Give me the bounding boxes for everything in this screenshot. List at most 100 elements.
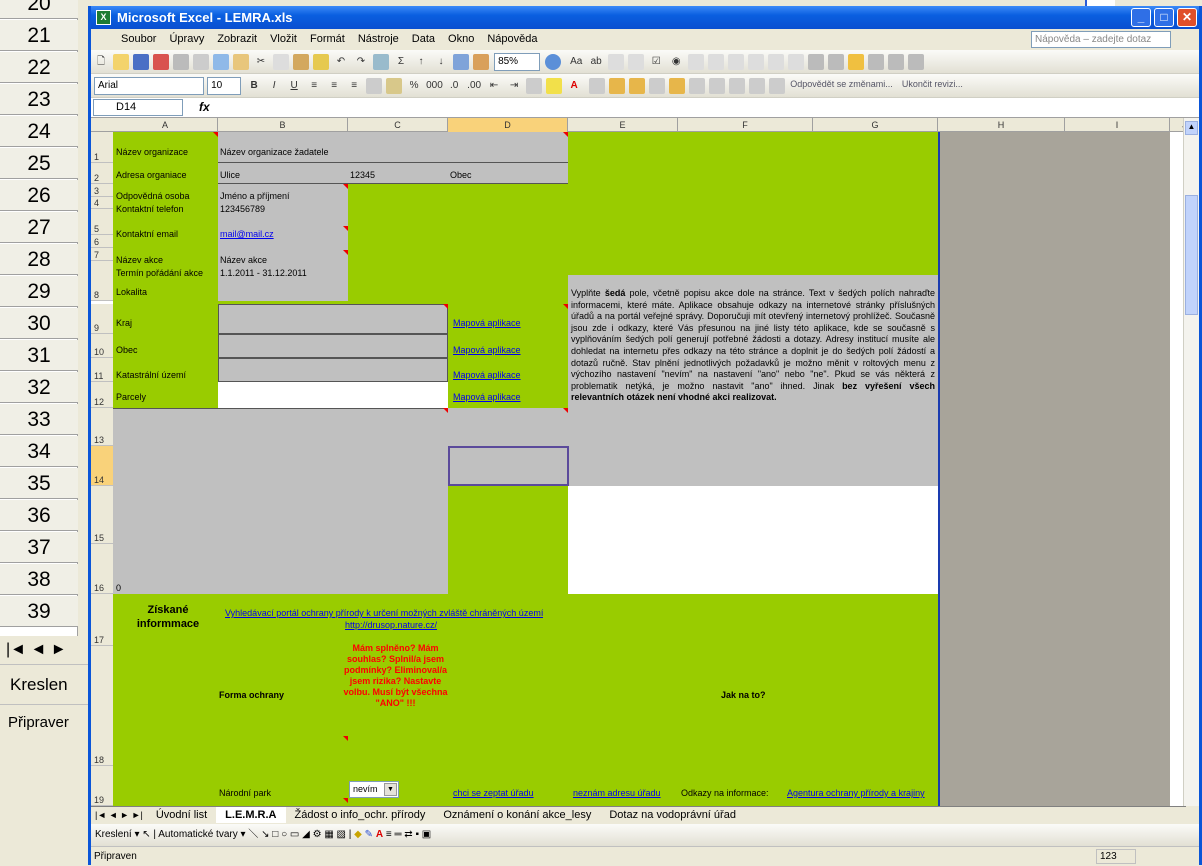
help-search-input[interactable]: Nápověda – zadejte dotaz <box>1031 31 1171 48</box>
print-icon[interactable] <box>173 54 189 70</box>
row-header[interactable]: 8 <box>91 261 113 301</box>
undo-icon[interactable]: ↶ <box>333 54 349 70</box>
value-event-name[interactable]: Název akce <box>220 255 267 265</box>
edit-code-icon[interactable] <box>828 54 845 70</box>
sort-desc-icon[interactable]: ↓ <box>433 54 449 70</box>
description-value[interactable]: 0 <box>116 583 121 593</box>
column-header[interactable]: F <box>678 118 813 132</box>
menu-item[interactable]: Nástroje <box>358 33 399 45</box>
comment-indicator[interactable] <box>343 184 348 189</box>
open-icon[interactable] <box>113 54 129 70</box>
format-painter-icon[interactable] <box>313 54 329 70</box>
align-right-icon[interactable]: ≡ <box>346 78 362 94</box>
review-icon-5[interactable] <box>669 78 686 94</box>
comment-indicator[interactable] <box>443 408 448 413</box>
comment-indicator[interactable] <box>213 132 218 137</box>
spelling-icon[interactable] <box>213 54 229 70</box>
row-header[interactable]: 15 <box>91 486 113 544</box>
b9-cell[interactable] <box>218 304 448 334</box>
b11-cell[interactable] <box>218 358 448 382</box>
comment-indicator[interactable] <box>443 304 448 309</box>
row-header[interactable]: 2 <box>91 163 113 184</box>
permission-icon[interactable] <box>153 54 169 70</box>
column-header[interactable]: C <box>348 118 448 132</box>
row-header[interactable]: 4 <box>91 197 113 209</box>
close-button[interactable]: ✕ <box>1177 8 1197 27</box>
autoshapes-menu[interactable]: Automatické tvary <box>158 829 237 840</box>
value-org-name[interactable]: Název organizace žadatele <box>220 147 329 157</box>
column-header[interactable]: G <box>813 118 938 132</box>
fill-color-icon[interactable] <box>546 78 563 94</box>
value-contact-person[interactable]: Jméno a příjmení <box>220 191 290 201</box>
review-icon-3[interactable] <box>629 78 646 94</box>
review-icon-4[interactable] <box>649 78 666 94</box>
sheet-nav-icon[interactable]: |◄ ◄ ► ►| <box>91 810 147 820</box>
map-app-link-cadastre[interactable]: Mapová aplikace <box>453 370 521 380</box>
preview-icon[interactable] <box>193 54 209 70</box>
sheet-tab[interactable]: L.E.M.R.A <box>216 807 286 823</box>
hyperlink-icon[interactable] <box>373 54 389 70</box>
portal-link[interactable]: Vyhledávací portál ochrany přírody k urč… <box>225 608 543 618</box>
research-icon[interactable] <box>233 54 249 70</box>
menu-item[interactable]: Zobrazit <box>217 33 257 45</box>
drawing-icon[interactable] <box>473 54 489 70</box>
selected-cell-d14[interactable] <box>448 446 569 486</box>
map-app-link-region[interactable]: Mapová aplikace <box>453 318 521 328</box>
description-area[interactable] <box>113 408 448 594</box>
background-drawing-label[interactable]: Kreslen <box>0 664 90 704</box>
worksheet-grid[interactable]: ABCDEFGHIJ 12345678910111213141516171819… <box>91 118 1186 806</box>
paste-icon[interactable] <box>293 54 309 70</box>
column-header[interactable]: D <box>448 118 568 132</box>
row-header[interactable]: 7 <box>91 248 113 261</box>
menu-item[interactable]: Úpravy <box>169 33 204 45</box>
borders-icon[interactable] <box>526 78 543 94</box>
end-review[interactable]: Ukončit revizi... <box>902 79 963 89</box>
background-sheet-nav[interactable]: |◄ ◄ ► ►| <box>0 636 90 686</box>
name-box[interactable]: D14 <box>93 99 183 116</box>
column-header[interactable]: A <box>113 118 218 132</box>
comment-indicator[interactable] <box>343 736 348 741</box>
row-header[interactable]: 10 <box>91 334 113 358</box>
b2-cell[interactable] <box>218 163 568 184</box>
combo-drop-icon[interactable] <box>748 54 765 70</box>
menu-item[interactable]: Okno <box>448 33 474 45</box>
percent-icon[interactable]: % <box>406 78 422 94</box>
toggle-icon[interactable] <box>908 54 925 70</box>
menu-item[interactable]: Soubor <box>121 33 156 45</box>
value-street[interactable]: Ulice <box>220 170 240 180</box>
copy-icon[interactable] <box>273 54 289 70</box>
portal-url-link[interactable]: http://drusop.nature.cz/ <box>345 620 437 630</box>
value-zip[interactable]: 12345 <box>350 170 375 180</box>
sheet-tab[interactable]: Úvodní list <box>147 807 216 823</box>
row-header[interactable]: 6 <box>91 235 113 248</box>
drawing-menu[interactable]: Kreslení <box>95 829 132 840</box>
cut-icon[interactable]: ✂ <box>253 54 269 70</box>
listbox-icon[interactable] <box>688 54 705 70</box>
align-left-icon[interactable]: ≡ <box>306 78 322 94</box>
column-header[interactable]: E <box>568 118 678 132</box>
sheet-tab[interactable]: Dotaz na vodoprávní úřad <box>600 807 745 823</box>
row-header[interactable]: 17 <box>91 594 113 646</box>
font-color-icon[interactable]: A <box>566 78 582 94</box>
font-name-select[interactable]: Arial <box>94 77 204 95</box>
radio-icon[interactable]: ◉ <box>668 54 684 70</box>
align-center-icon[interactable]: ≡ <box>326 78 342 94</box>
comment-indicator[interactable] <box>563 132 568 137</box>
control-properties-icon[interactable] <box>808 54 825 70</box>
run-dialog-icon[interactable] <box>888 54 905 70</box>
scroll-up-icon[interactable]: ▲ <box>1185 121 1198 135</box>
textbox-icon[interactable]: ab <box>588 54 604 70</box>
agency-link[interactable]: Agentura ochrany přírody a krajiny <box>787 788 925 798</box>
comment-indicator[interactable] <box>343 226 348 231</box>
review-icon-10[interactable] <box>769 78 786 94</box>
comment-indicator[interactable] <box>563 408 568 413</box>
row-header[interactable]: 14 <box>91 446 113 486</box>
sheet-tab[interactable]: Žádost o info_ochr. přírody <box>286 807 435 823</box>
value-city[interactable]: Obec <box>450 170 472 180</box>
minimize-button[interactable]: _ <box>1131 8 1151 27</box>
row-header[interactable]: 1 <box>91 132 113 163</box>
row-header[interactable]: 12 <box>91 382 113 408</box>
checkbox-icon[interactable]: ☑ <box>648 54 664 70</box>
column-header[interactable]: H <box>938 118 1065 132</box>
title-bar[interactable]: X Microsoft Excel - LEMRA.xls _ □ ✕ <box>91 6 1199 29</box>
